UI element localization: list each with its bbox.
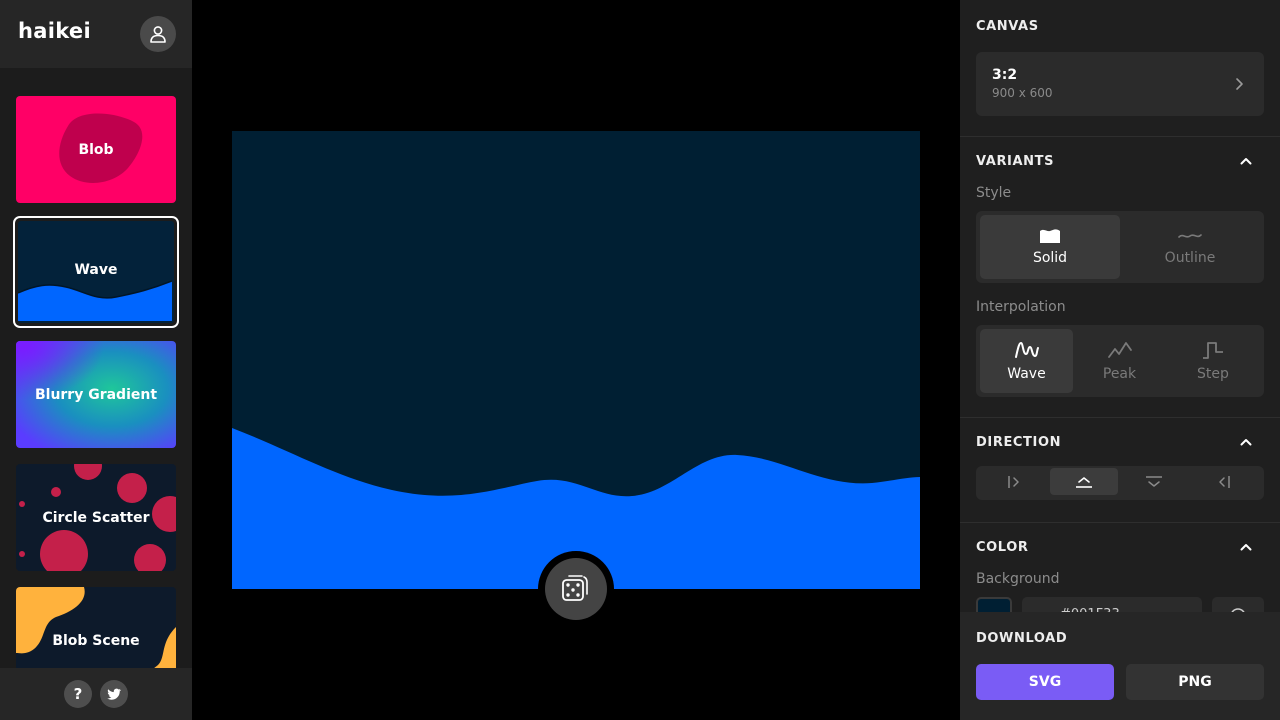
haikei-logo[interactable]: haikei [18, 19, 91, 43]
chevron-up-icon [1240, 158, 1252, 165]
direction-down-button[interactable] [1120, 468, 1188, 495]
style-solid-option[interactable]: Solid [980, 215, 1120, 279]
canvas-stage [192, 0, 960, 720]
dice-icon [562, 575, 588, 601]
wave-artboard [232, 131, 920, 589]
direction-left-edge-icon [1219, 475, 1230, 488]
sidebar-header: haikei [0, 0, 192, 68]
download-png-button[interactable]: PNG [1126, 664, 1264, 700]
chevron-right-icon [1236, 78, 1243, 90]
wave-preview-frame: Wave [18, 221, 174, 323]
interpolation-label: Interpolation [976, 299, 1066, 315]
direction-up-icon [1076, 476, 1092, 488]
help-icon: ? [73, 685, 83, 703]
direction-right-edge-icon [1008, 475, 1019, 488]
direction-toggle [976, 466, 1264, 500]
direction-section: DIRECTION [960, 418, 1280, 523]
canvas-ratio: 3:2 [992, 67, 1018, 83]
style-outline-option[interactable]: Outline [1120, 215, 1260, 279]
generator-label: Blurry Gradient [34, 386, 158, 403]
background-color-swatch[interactable] [976, 597, 1012, 612]
section-title: CANVAS [976, 19, 1039, 34]
randomize-ring [538, 551, 614, 627]
variants-section: VARIANTS Style Solid Outline Interpolati… [960, 137, 1280, 418]
help-button[interactable]: ? [64, 680, 92, 708]
section-title: VARIANTS [976, 154, 1055, 169]
sidebar-footer: ? [0, 668, 192, 720]
collapse-button[interactable] [1236, 537, 1256, 557]
generator-label: Circle Scatter [42, 509, 150, 526]
download-svg-button[interactable]: SVG [976, 664, 1114, 700]
collapse-button[interactable] [1236, 432, 1256, 452]
section-title: DOWNLOAD [976, 631, 1068, 646]
generator-circle-scatter[interactable]: Circle Scatter [16, 464, 176, 571]
settings-scroll[interactable]: CANVAS 3:2 900 x 600 VARIANTS Style Soli… [960, 0, 1280, 612]
randomize-button[interactable] [545, 558, 607, 620]
generator-label: Blob [78, 141, 114, 158]
interp-wave-option[interactable]: Wave [980, 329, 1073, 393]
interp-step-option[interactable]: Step [1166, 329, 1260, 393]
twitter-button[interactable] [100, 680, 128, 708]
generator-blurry-gradient[interactable]: Blurry Gradient [16, 341, 176, 448]
generator-blob-scene[interactable]: Blob Scene [16, 587, 176, 668]
direction-up-button[interactable] [1050, 468, 1118, 495]
wave-shape [232, 428, 920, 589]
chevron-up-icon [1240, 439, 1252, 446]
account-button[interactable] [140, 16, 176, 52]
settings-panel: CANVAS 3:2 900 x 600 VARIANTS Style Soli… [960, 0, 1280, 720]
wave-interp-icon [1014, 342, 1039, 358]
direction-left-button[interactable] [980, 468, 1048, 495]
step-interp-icon [1203, 342, 1223, 359]
background-hex-input[interactable]: #001F33 [1022, 597, 1202, 612]
blob-scene-preview [16, 587, 176, 668]
color-option-button[interactable] [1212, 597, 1264, 612]
download-section: DOWNLOAD SVG PNG [960, 612, 1280, 720]
interp-peak-option[interactable]: Peak [1073, 329, 1166, 393]
background-label: Background [976, 571, 1060, 587]
option-label: Outline [1164, 250, 1216, 266]
style-label: Style [976, 185, 1012, 201]
generator-sidebar: haikei Blob Wave Blurry Gradient Circle … [0, 0, 192, 720]
generator-list: Blob Wave Blurry Gradient Circle Scatter… [0, 68, 192, 668]
option-label: Wave [1007, 366, 1046, 382]
direction-down-icon [1146, 475, 1162, 487]
option-label: Solid [1032, 250, 1068, 266]
generator-label: Wave [74, 261, 118, 278]
canvas-dimensions: 900 x 600 [992, 86, 1053, 100]
peak-interp-icon [1107, 342, 1132, 358]
color-section: COLOR Background #001F33 [960, 523, 1280, 612]
direction-right-button[interactable] [1190, 468, 1258, 495]
solid-wave-icon [1040, 229, 1060, 243]
style-toggle: Solid Outline [976, 211, 1264, 283]
option-label: Step [1197, 366, 1229, 382]
twitter-icon [107, 688, 122, 700]
user-icon [150, 26, 166, 43]
section-title: COLOR [976, 540, 1029, 555]
interpolation-toggle: Wave Peak Step [976, 325, 1264, 397]
generator-blob[interactable]: Blob [16, 96, 176, 203]
canvas-section: CANVAS 3:2 900 x 600 [960, 0, 1280, 137]
app: haikei Blob Wave Blurry Gradient Circle … [0, 0, 1280, 720]
generator-wave[interactable]: Wave [13, 216, 179, 328]
outline-wave-icon [1178, 234, 1202, 238]
canvas-size-selector[interactable]: 3:2 900 x 600 [976, 52, 1264, 116]
section-title: DIRECTION [976, 435, 1062, 450]
option-label: Peak [1102, 366, 1137, 382]
generator-label: Blob Scene [52, 632, 140, 649]
collapse-button[interactable] [1236, 151, 1256, 171]
chevron-up-icon [1240, 544, 1252, 551]
